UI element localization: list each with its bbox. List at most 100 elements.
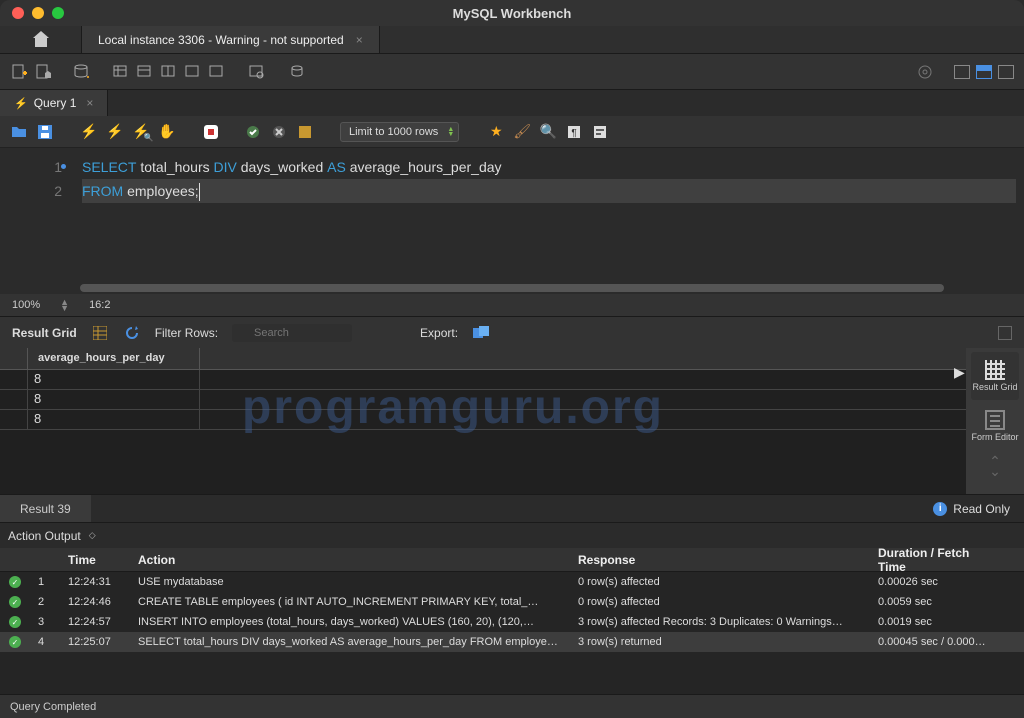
query-tab-label: Query 1 bbox=[34, 96, 77, 110]
sql-editor[interactable]: 12 SELECT total_hours DIV days_worked AS… bbox=[0, 148, 1024, 282]
tb-btn-5[interactable] bbox=[208, 63, 226, 81]
stop-on-error-icon[interactable] bbox=[202, 123, 220, 141]
query-tab[interactable]: ⚡ Query 1 × bbox=[0, 90, 108, 116]
open-file-icon[interactable] bbox=[10, 123, 28, 141]
editor-toolbar: ⚡ ⚡ ⚡🔍 ✋ Limit to 1000 rows ▲▼ ★ 🖌 🔍 ¶ bbox=[0, 116, 1024, 148]
table-row[interactable]: 8 bbox=[0, 410, 966, 430]
limit-label: Limit to 1000 rows bbox=[349, 126, 438, 138]
action-output-title: Action Output bbox=[8, 529, 81, 543]
tb-btn-3[interactable] bbox=[160, 63, 178, 81]
rollback-icon[interactable] bbox=[270, 123, 288, 141]
db-icon[interactable] bbox=[72, 63, 90, 81]
new-sql-icon[interactable] bbox=[10, 63, 28, 81]
connection-tab[interactable]: Local instance 3306 - Warning - not supp… bbox=[82, 26, 380, 53]
grid-view-icon[interactable] bbox=[91, 324, 109, 342]
tb-btn-1[interactable] bbox=[112, 63, 130, 81]
execute-current-icon[interactable]: ⚡ bbox=[106, 123, 124, 141]
home-tab[interactable] bbox=[0, 26, 82, 53]
autocommit-icon[interactable] bbox=[296, 123, 314, 141]
result-footer: Result 39 i Read Only bbox=[0, 494, 1024, 522]
pane-left-toggle[interactable] bbox=[954, 65, 970, 79]
connection-tab-label: Local instance 3306 - Warning - not supp… bbox=[98, 33, 344, 47]
bolt-icon: ⚡ bbox=[14, 97, 28, 110]
filter-input[interactable] bbox=[232, 324, 352, 342]
close-window-button[interactable] bbox=[12, 7, 24, 19]
column-header[interactable]: average_hours_per_day bbox=[28, 348, 200, 369]
window-title: MySQL Workbench bbox=[453, 6, 572, 21]
close-icon[interactable]: × bbox=[86, 96, 93, 110]
tb-btn-6[interactable] bbox=[248, 63, 266, 81]
connection-tabs: Local instance 3306 - Warning - not supp… bbox=[0, 26, 1024, 54]
action-row[interactable]: ✓212:24:46CREATE TABLE employees ( id IN… bbox=[0, 592, 1024, 612]
invisibles-icon[interactable]: ¶ bbox=[565, 123, 583, 141]
commit-icon[interactable] bbox=[244, 123, 262, 141]
side-label: Form Editor bbox=[971, 432, 1018, 442]
result-title: Result Grid bbox=[12, 326, 77, 340]
gear-icon[interactable] bbox=[916, 63, 934, 81]
result-area: average_hours_per_day programguru.org 88… bbox=[0, 348, 1024, 494]
execute-explain-icon[interactable]: ⚡🔍 bbox=[132, 123, 150, 141]
open-sql-icon[interactable] bbox=[34, 63, 52, 81]
status-bar: Query Completed bbox=[0, 694, 1024, 718]
save-icon[interactable] bbox=[36, 123, 54, 141]
result-tab[interactable]: Result 39 bbox=[0, 495, 91, 522]
action-row[interactable]: ✓112:24:31USE mydatabase0 row(s) affecte… bbox=[0, 572, 1024, 592]
tb-btn-7[interactable] bbox=[288, 63, 306, 81]
result-grid[interactable]: average_hours_per_day programguru.org 88… bbox=[0, 348, 966, 494]
close-icon[interactable]: × bbox=[356, 33, 363, 47]
query-tabs: ⚡ Query 1 × bbox=[0, 90, 1024, 116]
cursor-pos: 16:2 bbox=[89, 299, 110, 311]
title-bar: MySQL Workbench bbox=[0, 0, 1024, 26]
action-row[interactable]: ✓412:25:07SELECT total_hours DIV days_wo… bbox=[0, 632, 1024, 652]
stop-icon[interactable]: ✋ bbox=[158, 123, 176, 141]
beautify-icon[interactable]: 🖌 bbox=[513, 123, 531, 141]
wrap-icon[interactable] bbox=[591, 123, 609, 141]
export-label: Export: bbox=[420, 326, 458, 340]
collapse-arrow-icon[interactable]: ▶ bbox=[954, 364, 965, 381]
pane-right-toggle[interactable] bbox=[998, 65, 1014, 79]
find-icon[interactable]: 🔍 bbox=[539, 123, 557, 141]
side-label: Result Grid bbox=[972, 382, 1017, 392]
result-grid-header: average_hours_per_day bbox=[0, 348, 966, 370]
success-icon: ✓ bbox=[9, 636, 21, 648]
dropdown-icon[interactable]: ◇ bbox=[89, 530, 96, 541]
limit-rows-select[interactable]: Limit to 1000 rows ▲▼ bbox=[340, 122, 459, 142]
success-icon: ✓ bbox=[9, 596, 21, 608]
svg-text:¶: ¶ bbox=[572, 128, 577, 139]
tb-btn-2[interactable] bbox=[136, 63, 154, 81]
result-toolbar: Result Grid Filter Rows: 🔍 Export: bbox=[0, 316, 1024, 348]
refresh-icon[interactable] bbox=[123, 324, 141, 342]
grid-icon bbox=[985, 360, 1005, 380]
star-icon[interactable]: ★ bbox=[487, 123, 505, 141]
code-area[interactable]: SELECT total_hours DIV days_worked AS av… bbox=[74, 148, 1024, 282]
execute-icon[interactable]: ⚡ bbox=[80, 123, 98, 141]
maximize-result-icon[interactable] bbox=[998, 326, 1012, 340]
minimize-window-button[interactable] bbox=[32, 7, 44, 19]
table-row[interactable]: 8 bbox=[0, 370, 966, 390]
export-icon[interactable] bbox=[472, 324, 490, 342]
tb-btn-4[interactable] bbox=[184, 63, 202, 81]
result-side-tabs: ▶ Result Grid Form Editor ⌃⌄ bbox=[966, 348, 1024, 494]
form-icon bbox=[985, 410, 1005, 430]
success-icon: ✓ bbox=[9, 576, 21, 588]
line-gutter: 12 bbox=[0, 148, 74, 282]
result-grid-tab[interactable]: Result Grid bbox=[971, 352, 1019, 400]
zoom-arrows-icon[interactable]: ▲▼ bbox=[60, 299, 69, 311]
home-icon bbox=[33, 33, 49, 47]
action-table-header: Time Action Response Duration / Fetch Ti… bbox=[0, 548, 1024, 572]
editor-h-scrollbar[interactable] bbox=[0, 282, 1024, 294]
zoom-level[interactable]: 100% bbox=[12, 299, 40, 311]
success-icon: ✓ bbox=[9, 616, 21, 628]
maximize-window-button[interactable] bbox=[52, 7, 64, 19]
editor-status-bar: 100% ▲▼ 16:2 bbox=[0, 294, 1024, 316]
read-only-indicator: i Read Only bbox=[933, 502, 1010, 516]
main-toolbar bbox=[0, 54, 1024, 90]
scroll-tabs-icon[interactable]: ⌃⌄ bbox=[989, 456, 1001, 476]
action-output-table: Time Action Response Duration / Fetch Ti… bbox=[0, 548, 1024, 652]
table-row[interactable]: 8 bbox=[0, 390, 966, 410]
action-output-header: Action Output ◇ bbox=[0, 522, 1024, 548]
action-row[interactable]: ✓312:24:57INSERT INTO employees (total_h… bbox=[0, 612, 1024, 632]
form-editor-tab[interactable]: Form Editor bbox=[971, 402, 1019, 450]
info-icon: i bbox=[933, 502, 947, 516]
pane-bottom-toggle[interactable] bbox=[976, 65, 992, 79]
